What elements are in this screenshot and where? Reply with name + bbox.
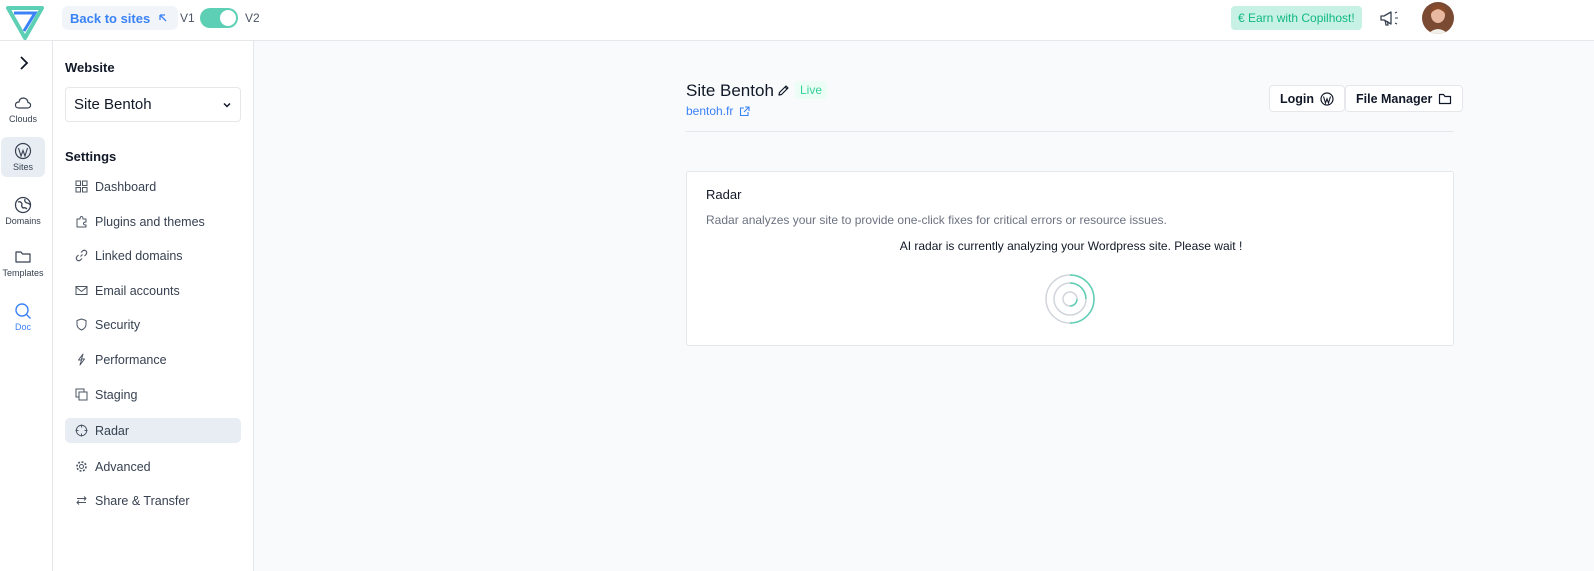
sidebar-item-label: Radar	[95, 423, 130, 438]
sidebar-item-label: Linked domains	[95, 248, 183, 263]
site-title: Site Bentoh	[686, 81, 774, 100]
file-manager-button[interactable]: File Manager	[1345, 85, 1464, 112]
site-url-text: bentoh.fr	[686, 104, 734, 118]
crosshair-icon	[75, 424, 88, 437]
icon-rail: Clouds Sites Domains Templates Doc	[0, 41, 53, 571]
sidebar-item-share-transfer[interactable]: Share & Transfer	[65, 488, 241, 513]
megaphone-icon[interactable]	[1378, 8, 1400, 28]
sidebar-item-performance[interactable]: Performance	[65, 347, 241, 372]
radar-wait-message: AI radar is currently analyzing your Wor…	[899, 239, 1243, 253]
bolt-icon	[78, 353, 85, 366]
top-bar: Back to sites V1 V2 € Earn with Copilhos…	[0, 0, 1594, 41]
sidebar-item-security[interactable]: Security	[65, 312, 241, 337]
radar-title: Radar	[706, 187, 742, 202]
earn-label: € Earn with Copilhost!	[1238, 11, 1355, 25]
site-select[interactable]: Site Bentoh	[65, 87, 241, 122]
sidebar-item-staging[interactable]: Staging	[65, 382, 241, 407]
rail-label: Sites	[12, 162, 33, 172]
dashboard-icon	[75, 180, 88, 193]
folder-icon	[15, 251, 31, 263]
chevron-down-icon	[223, 102, 231, 108]
site-select-value: Site Bentoh	[74, 96, 152, 113]
status-badge-label: Live	[800, 83, 823, 97]
chevron-right-icon[interactable]	[16, 55, 32, 71]
sidebar-item-email-accounts[interactable]: Email accounts	[65, 278, 241, 303]
puzzle-icon	[76, 216, 87, 228]
gear-icon	[76, 461, 87, 472]
folder-icon	[1439, 93, 1452, 104]
sidebar-item-radar[interactable]: Radar	[65, 418, 241, 443]
arrow-up-left-icon	[159, 14, 167, 22]
rail-label: Templates	[2, 268, 44, 278]
sidebar-item-label: Security	[95, 317, 141, 332]
link-icon	[75, 249, 88, 262]
settings-sidebar: Website Site Bentoh Settings Dashboard P…	[53, 41, 254, 571]
earn-with-copilhost-button[interactable]: € Earn with Copilhost!	[1231, 6, 1362, 30]
sidebar-item-linked-domains[interactable]: Linked domains	[65, 243, 241, 268]
radar-card: Radar Radar analyzes your site to provid…	[686, 171, 1454, 346]
login-button[interactable]: Login	[1269, 85, 1346, 112]
copilhost-logo[interactable]	[5, 4, 45, 42]
back-to-sites-label: Back to sites	[70, 10, 151, 26]
pencil-icon[interactable]	[777, 84, 790, 97]
sidebar-item-plugins-and-themes[interactable]: Plugins and themes	[65, 209, 241, 234]
radar-description: Radar analyzes your site to provide one-…	[706, 213, 1167, 227]
globe-icon	[14, 196, 32, 214]
radar-spinner-icon	[1045, 274, 1095, 324]
sidebar-item-label: Plugins and themes	[95, 214, 205, 229]
header-divider	[686, 131, 1454, 132]
status-badge: Live	[795, 81, 828, 99]
website-heading: Website	[65, 60, 115, 75]
user-avatar[interactable]	[1422, 2, 1454, 34]
wordpress-icon	[14, 142, 32, 160]
shield-icon	[76, 318, 87, 331]
sidebar-item-label: Staging	[95, 387, 138, 402]
rail-item-doc[interactable]: Doc	[1, 297, 45, 337]
sidebar-item-label: Performance	[95, 352, 167, 367]
rail-item-clouds[interactable]: Clouds	[1, 89, 45, 129]
wordpress-icon	[1320, 91, 1334, 106]
sidebar-item-label: Advanced	[95, 459, 151, 474]
sidebar-item-advanced[interactable]: Advanced	[65, 454, 241, 479]
version-right-label: V2	[245, 11, 260, 25]
rail-label: Domains	[5, 216, 41, 226]
search-icon	[15, 303, 31, 319]
rail-label: Doc	[14, 322, 31, 332]
sidebar-item-label: Dashboard	[95, 179, 157, 194]
rail-item-domains[interactable]: Domains	[1, 191, 45, 231]
transfer-icon	[76, 496, 87, 505]
sidebar-item-label: Share & Transfer	[95, 493, 190, 508]
cloud-icon	[14, 97, 32, 109]
mail-icon	[75, 286, 88, 295]
external-link-icon	[740, 105, 750, 116]
site-url-link[interactable]: bentoh.fr	[686, 104, 750, 118]
rail-item-sites[interactable]: Sites	[1, 137, 45, 177]
file-manager-label: File Manager	[1356, 91, 1433, 106]
rail-item-templates[interactable]: Templates	[1, 243, 45, 283]
settings-heading: Settings	[65, 149, 117, 164]
version-left-label: V1	[180, 11, 195, 25]
copy-icon	[75, 388, 88, 401]
rail-label: Clouds	[8, 114, 37, 124]
sidebar-item-dashboard[interactable]: Dashboard	[65, 174, 241, 199]
back-to-sites-button[interactable]: Back to sites	[62, 6, 179, 30]
version-toggle[interactable]	[200, 8, 238, 28]
sidebar-item-label: Email accounts	[95, 283, 180, 298]
login-label: Login	[1280, 91, 1315, 106]
